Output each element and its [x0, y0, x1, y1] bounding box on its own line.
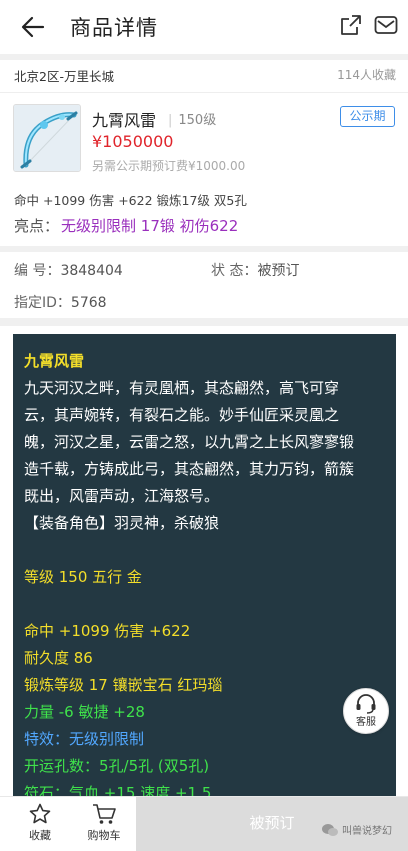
description-text-line: 九天河汉之畔，有灵凰栖，其态翩然，高飞可穿	[24, 379, 340, 397]
description-durability: 耐久度 86	[24, 649, 93, 667]
top-bar: 商品详情	[0, 0, 408, 54]
description-effect-line: 特效：无级别限制	[24, 730, 145, 748]
divider	[0, 246, 408, 252]
favorite-count: 114人收藏	[337, 68, 396, 82]
item-level: | 150级	[168, 113, 217, 128]
headset-icon	[356, 694, 376, 714]
item-highlights: 亮点： 无级别限制 17锻 初伤622	[14, 215, 238, 236]
description-stats-line: 命中 +1099 伤害 +622	[24, 622, 191, 640]
description-forge-line: 锻炼等级 17 镶嵌宝石 红玛瑙	[24, 676, 223, 694]
item-status-value: 被预订	[257, 263, 300, 279]
item-name: 九霄风雷	[92, 111, 157, 130]
favorite-label: 收藏	[29, 829, 51, 842]
highlight-values: 无级别限制 17锻 初伤622	[61, 217, 239, 235]
item-status-label: 状 态：	[211, 263, 258, 279]
cart-button[interactable]: 购物车	[72, 797, 136, 851]
reservation-fee-note: 另需公示期预订费¥1000.00	[92, 159, 246, 173]
description-text-line: 魄，河汉之星，云雷之怒，以九霄之上长风寥寥锻	[24, 433, 355, 451]
mail-icon[interactable]	[374, 14, 398, 36]
item-number-value: 3848404	[60, 263, 123, 279]
server-name: 北京2区-万里长城	[14, 69, 114, 84]
item-description-panel: 九霄风雷 九天河汉之畔，有灵凰栖，其态翩然，高飞可穿 云，其声婉转，有裂石之能。…	[13, 334, 396, 804]
assigned-id: 指定ID：5768	[14, 292, 107, 312]
wechat-logo-icon	[322, 824, 338, 836]
item-image[interactable]	[13, 104, 81, 172]
item-price: ¥1050000	[92, 132, 174, 151]
description-item-name: 九霄风雷	[24, 352, 85, 370]
description-level-line: 等级 150 五行 金	[24, 568, 142, 586]
description-text-line: 既出，风雷声动，江海怒号。	[24, 487, 220, 505]
description-text-line: 云，其声婉转，有裂石之能。妙手仙匠采灵凰之	[24, 406, 340, 424]
divider	[0, 92, 408, 93]
assigned-id-label: 指定ID：	[14, 295, 71, 311]
publicity-badge: 公示期	[340, 106, 395, 127]
item-status: 状 态：被预订	[211, 260, 299, 280]
cart-icon	[93, 804, 116, 824]
bow-item-icon	[14, 105, 80, 171]
back-arrow-icon[interactable]	[18, 12, 48, 42]
item-level-text: 150级	[178, 113, 217, 128]
item-number-label: 编 号：	[14, 263, 61, 279]
server-row: 北京2区-万里长城 114人收藏	[0, 60, 408, 88]
watermark: 叫兽说梦幻	[321, 822, 392, 837]
description-equip-role: 【装备角色】羽灵神，杀破狼	[24, 514, 220, 532]
description-holes-line: 开运孔数：5孔/5孔 (双5孔)	[24, 757, 210, 775]
cart-label: 购物车	[87, 829, 121, 842]
customer-service-button[interactable]: 客服	[343, 688, 389, 734]
share-icon[interactable]	[340, 14, 362, 36]
description-text-line: 造千载，方铸成此弓，其态翩然，其力万钧，箭簇	[24, 460, 355, 478]
page-title: 商品详情	[70, 16, 158, 40]
customer-service-label: 客服	[356, 717, 376, 728]
favorite-button[interactable]: 收藏	[8, 797, 72, 851]
watermark-text: 叫兽说梦幻	[342, 826, 392, 837]
star-icon	[29, 803, 51, 824]
divider	[0, 318, 408, 326]
item-attributes: 命中 +1099 伤害 +622 锻炼17级 双5孔	[14, 193, 247, 208]
description-power-line: 力量 -6 敏捷 +28	[24, 703, 145, 721]
assigned-id-value: 5768	[70, 295, 107, 311]
item-number: 编 号：3848404	[14, 260, 123, 280]
highlight-label: 亮点：	[14, 217, 60, 235]
